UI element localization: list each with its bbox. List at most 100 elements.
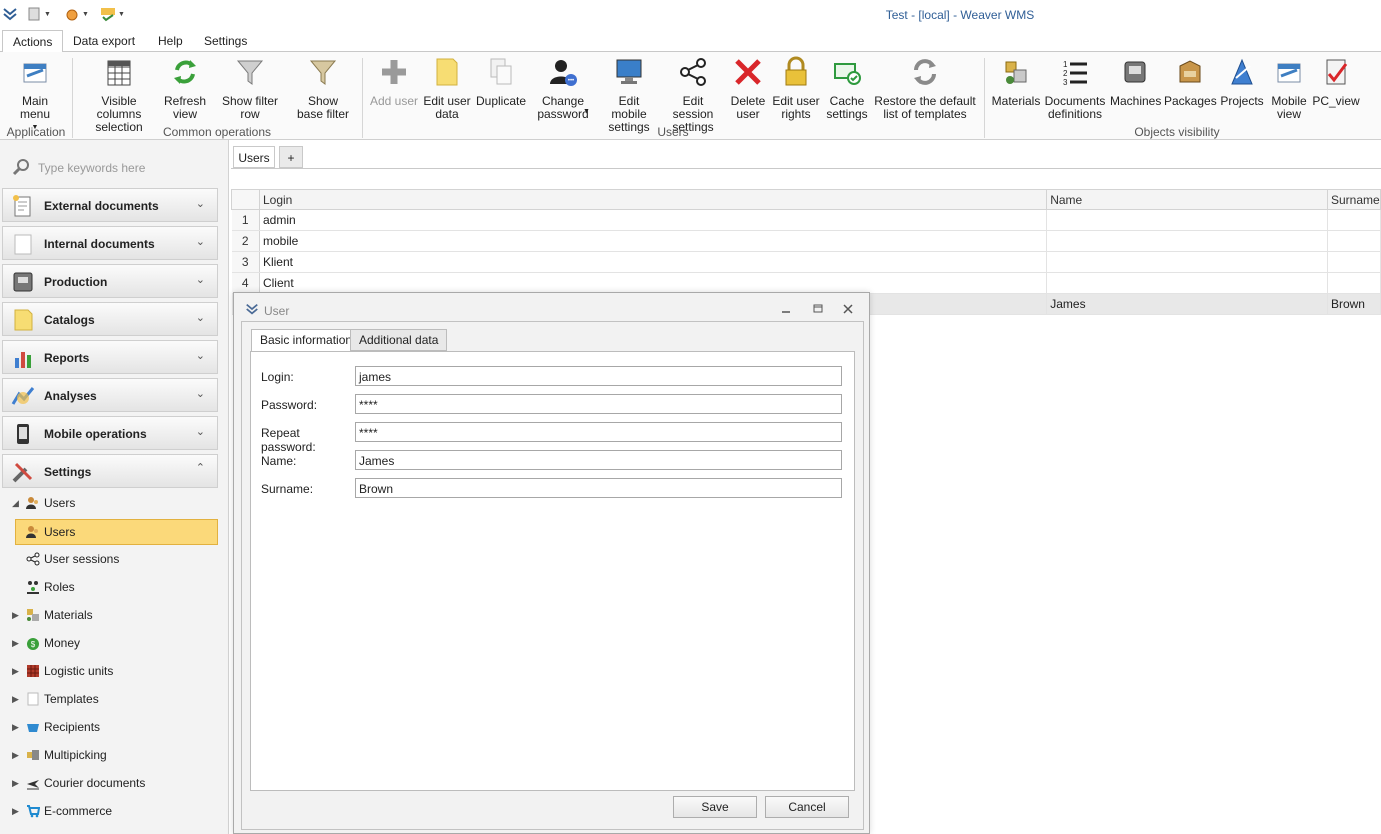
column-header-login[interactable]: Login (258, 189, 1048, 210)
tree-item-users[interactable]: Users (15, 519, 218, 545)
edit-user-rights-button[interactable]: Edit user rights (772, 56, 820, 121)
dialog-body: Basic information Additional data Login:… (241, 321, 864, 830)
cell-login[interactable]: Klient (259, 251, 1048, 273)
doc-tab-users[interactable]: Users (233, 146, 275, 168)
tree-item-courier-documents[interactable]: ▶ Courier documents (0, 770, 228, 796)
save-button[interactable]: Save (673, 796, 757, 818)
tab-help[interactable]: Help (148, 30, 193, 52)
projects-icon (1231, 58, 1253, 85)
maximize-icon[interactable] (811, 302, 825, 316)
change-password-button[interactable]: ••• Change password ▼ (530, 56, 596, 121)
nav-settings[interactable]: Settings ⌃ (2, 454, 218, 488)
tab-additional-data[interactable]: Additional data (350, 329, 448, 351)
delete-user-label: Delete user (730, 94, 766, 121)
refresh-view-button[interactable]: Refresh view (162, 56, 208, 121)
nav-mobile-operations[interactable]: Mobile operations ⌄ (2, 416, 218, 450)
edit-session-settings-button[interactable]: Edit session settings (662, 56, 724, 134)
money-icon: $ (27, 638, 39, 650)
login-field[interactable]: james (355, 366, 842, 386)
logistic-units-icon (27, 665, 39, 677)
projects-button[interactable]: Projects (1220, 56, 1264, 108)
table-row[interactable]: 2 mobile (231, 230, 1381, 252)
surname-field[interactable]: Brown (355, 478, 842, 498)
show-base-filter-button[interactable]: Show base filter (294, 56, 352, 121)
tab-settings[interactable]: Settings (194, 30, 257, 52)
tab-basic-information[interactable]: Basic information (251, 329, 362, 352)
tree-item-materials[interactable]: ▶ Materials (0, 602, 228, 628)
close-icon[interactable] (841, 302, 855, 316)
sidebar-search[interactable]: Type keywords here (10, 158, 218, 178)
expand-arrow-icon: ▶ (12, 778, 19, 788)
cancel-button[interactable]: Cancel (765, 796, 849, 818)
nav-external-documents[interactable]: External documents ⌄ (2, 188, 218, 222)
new-tab-button[interactable]: + (279, 146, 303, 168)
table-row[interactable]: 1 admin (231, 209, 1381, 231)
pc-view-button[interactable]: PC_view (1312, 56, 1360, 108)
cell-name[interactable] (1046, 209, 1328, 231)
tree-item-roles[interactable]: Roles (0, 574, 228, 600)
nav-production[interactable]: Production ⌄ (2, 264, 218, 298)
lock-icon (785, 56, 807, 86)
tree-item-logistic-units[interactable]: ▶ Logistic units (0, 658, 228, 684)
tree-item-e-commerce[interactable]: ▶ E-commerce (0, 798, 228, 824)
cell-login[interactable]: admin (259, 209, 1048, 231)
cell-surname[interactable]: Brown (1327, 293, 1381, 315)
search-input[interactable]: Type keywords here (38, 161, 145, 175)
materials-button[interactable]: Materials (990, 56, 1042, 108)
cache-settings-button[interactable]: Cache settings (824, 56, 870, 121)
add-user-button[interactable]: Add user (368, 56, 420, 108)
cell-name[interactable] (1046, 251, 1328, 273)
mobile-view-button[interactable]: Mobile view (1268, 56, 1310, 121)
cell-login[interactable]: mobile (259, 230, 1048, 252)
table-row[interactable]: 3 Klient (231, 251, 1381, 273)
tree-item-user-sessions[interactable]: User sessions (0, 546, 228, 572)
tree-item-users-group[interactable]: ◢ Users (0, 490, 228, 516)
svg-text:3: 3 (1063, 78, 1068, 87)
window-title: Test - [local] - Weaver WMS (885, 8, 1035, 22)
tab-actions[interactable]: Actions (2, 30, 64, 53)
nav-reports[interactable]: Reports ⌄ (2, 340, 218, 374)
nav-analyses[interactable]: Analyses ⌄ (2, 378, 218, 412)
cell-surname[interactable] (1327, 209, 1381, 231)
name-label: Name: (261, 454, 297, 468)
table-row[interactable]: 4 Client (231, 272, 1381, 294)
cell-surname[interactable] (1327, 251, 1381, 273)
nav-label: Mobile operations (44, 427, 147, 441)
edit-user-data-button[interactable]: Edit user data (422, 56, 472, 121)
name-field[interactable]: James (355, 450, 842, 470)
nav-internal-documents[interactable]: Internal documents ⌄ (2, 226, 218, 260)
tree-item-recipients[interactable]: ▶ Recipients (0, 714, 228, 740)
documents-definitions-button[interactable]: 123 Documents definitions (1044, 56, 1106, 121)
show-filter-row-button[interactable]: Show filter row (212, 56, 288, 121)
machines-button[interactable]: Machines (1110, 56, 1162, 108)
column-header-surname[interactable]: Surname (1326, 189, 1381, 210)
tree-item-label: E-commerce (44, 804, 113, 818)
password-field[interactable]: **** (355, 394, 842, 414)
nav-catalogs[interactable]: Catalogs ⌄ (2, 302, 218, 336)
delete-user-button[interactable]: Delete user (728, 56, 768, 121)
materials-icon (27, 609, 39, 621)
repeat-password-field[interactable]: **** (355, 422, 842, 442)
tree-item-money[interactable]: ▶ $ Money (0, 630, 228, 656)
external-documents-icon (13, 195, 31, 217)
group-label-users: Users (657, 125, 689, 139)
edit-mobile-settings-button[interactable]: Edit mobile settings (600, 56, 658, 134)
tree-item-multipicking[interactable]: ▶ Multipicking (0, 742, 228, 768)
restore-templates-button[interactable]: Restore the default list of templates (874, 56, 976, 121)
cell-name[interactable]: James (1046, 293, 1328, 315)
tab-data-export[interactable]: Data export (63, 30, 145, 52)
cell-surname[interactable] (1327, 230, 1381, 252)
tree-item-templates[interactable]: ▶ Templates (0, 686, 228, 712)
chevron-up-icon: ⌃ (195, 462, 205, 474)
column-header-name[interactable]: Name (1046, 189, 1328, 210)
cell-name[interactable] (1046, 230, 1328, 252)
duplicate-button[interactable]: Duplicate (476, 56, 526, 108)
cell-surname[interactable] (1327, 272, 1381, 294)
packages-button[interactable]: Packages (1164, 56, 1217, 108)
minimize-icon[interactable] (779, 302, 793, 316)
cell-login[interactable]: Client (259, 272, 1048, 294)
cell-name[interactable] (1046, 272, 1328, 294)
machines-label: Machines (1110, 94, 1162, 108)
visible-columns-button[interactable]: Visible columns selection (80, 56, 158, 134)
main-menu-button[interactable]: Main menu ▼ (6, 56, 64, 134)
